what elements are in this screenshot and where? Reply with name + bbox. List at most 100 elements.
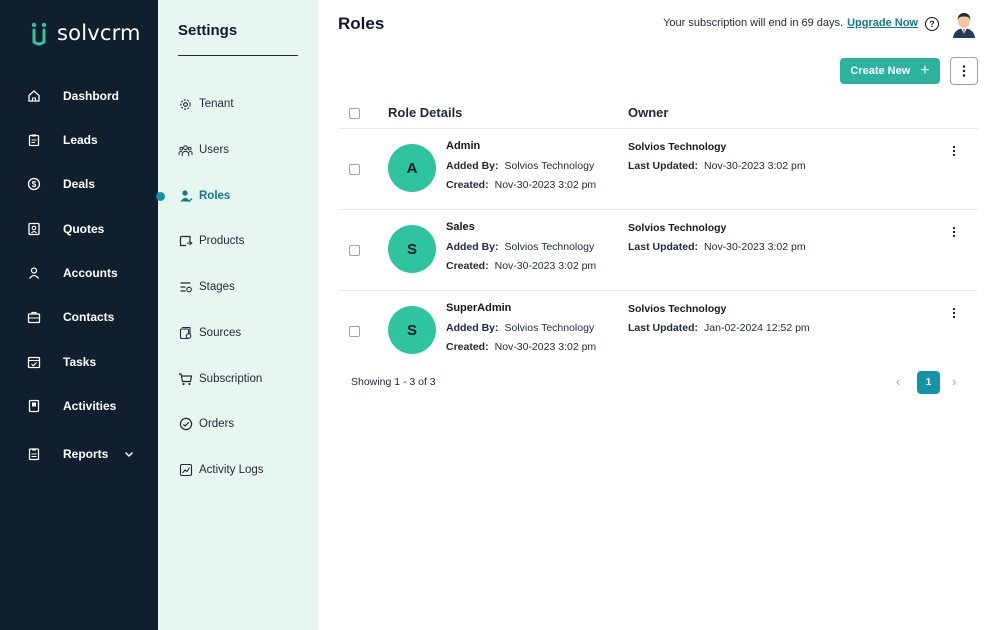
nav-item-deals[interactable]: $ Deals <box>26 173 95 195</box>
home-icon <box>26 88 42 104</box>
stages-icon <box>178 280 193 295</box>
owner-name: Solvios Technology <box>628 141 727 153</box>
kebab-icon <box>962 65 966 77</box>
last-updated: Last Updated: Nov-30-2023 3:02 pm <box>628 241 806 253</box>
role-name[interactable]: Admin <box>446 140 480 152</box>
created: Created: Nov-30-2023 3:02 pm <box>446 179 597 191</box>
pagination-next-button[interactable]: › <box>952 374 956 389</box>
settings-item-tenant[interactable]: Tenant <box>178 94 234 114</box>
svg-text:$: $ <box>32 180 37 189</box>
book-icon <box>26 398 42 414</box>
row-checkbox[interactable] <box>349 164 360 175</box>
gear-icon <box>178 97 193 112</box>
table-row: S SuperAdmin Added By: Solvios Technology… <box>338 291 978 372</box>
nav-label: Contacts <box>63 310 115 324</box>
settings-item-stages[interactable]: Stages <box>178 277 235 297</box>
row-checkbox[interactable] <box>349 245 360 256</box>
nav-label: Leads <box>63 133 98 147</box>
chevron-down-icon[interactable] <box>123 448 135 460</box>
settings-item-label: Subscription <box>199 373 263 385</box>
role-name[interactable]: Sales <box>446 221 475 233</box>
product-icon <box>178 234 193 249</box>
role-avatar: S <box>388 306 436 354</box>
row-kebab-icon[interactable] <box>948 143 960 159</box>
chart-icon <box>178 463 193 478</box>
nav-label: Activities <box>63 399 117 413</box>
row-kebab-icon[interactable] <box>948 224 960 240</box>
nav-item-tasks[interactable]: Tasks <box>26 351 96 373</box>
settings-item-products[interactable]: Products <box>178 231 244 251</box>
nav-item-contacts[interactable]: Contacts <box>26 306 114 328</box>
role-avatar: A <box>388 144 436 192</box>
check-circle-icon <box>178 417 193 432</box>
column-owner: Owner <box>628 105 669 120</box>
user-check-icon <box>178 189 193 204</box>
logo[interactable]: solvcrm <box>30 20 141 46</box>
added-by: Added By: Solvios Technology <box>446 322 595 334</box>
settings-item-activity-logs[interactable]: Activity Logs <box>178 460 264 480</box>
sources-icon <box>178 326 193 341</box>
help-icon[interactable]: ? <box>925 17 939 31</box>
quote-icon <box>26 221 42 237</box>
more-options-button[interactable] <box>950 57 978 85</box>
last-updated: Last Updated: Nov-30-2023 3:02 pm <box>628 160 806 172</box>
pagination-page-button[interactable]: 1 <box>917 371 940 394</box>
settings-item-label: Products <box>199 235 245 247</box>
nav-item-reports[interactable]: Reports <box>26 443 135 465</box>
settings-item-label: Sources <box>199 327 242 339</box>
pagination-prev-button[interactable]: ‹ <box>896 374 900 389</box>
briefcase-icon <box>26 309 42 325</box>
settings-item-label: Activity Logs <box>199 464 264 476</box>
table-row: S Sales Added By: Solvios Technology Crea… <box>338 210 978 291</box>
report-icon <box>26 446 42 462</box>
create-new-label: Create New <box>850 65 911 77</box>
settings-item-label: Tenant <box>199 98 234 110</box>
settings-item-label: Stages <box>199 281 235 293</box>
nav-label: Reports <box>63 447 109 461</box>
settings-item-sources[interactable]: Sources <box>178 323 241 343</box>
table-header: Role Details Owner <box>338 100 978 129</box>
settings-item-roles[interactable]: Roles <box>156 186 231 206</box>
cart-icon <box>178 372 193 387</box>
settings-item-subscription[interactable]: Subscription <box>178 369 262 389</box>
nav-item-quotes[interactable]: Quotes <box>26 218 104 240</box>
nav-item-activities[interactable]: Activities <box>26 395 116 417</box>
row-kebab-icon[interactable] <box>948 305 960 321</box>
divider <box>178 55 298 56</box>
table-row: A Admin Added By: Solvios Technology Crea… <box>338 129 978 210</box>
logo-icon <box>30 20 48 46</box>
select-all-checkbox[interactable] <box>349 108 360 119</box>
created: Created: Nov-30-2023 3:02 pm <box>446 260 597 272</box>
role-name[interactable]: SuperAdmin <box>446 302 511 314</box>
subscription-text: Your subscription will end in 69 days. <box>663 17 844 29</box>
nav-label: Accounts <box>63 266 118 280</box>
nav-label: Deals <box>63 177 96 191</box>
nav-item-dashboard[interactable]: Dashbord <box>26 85 119 107</box>
nav-item-leads[interactable]: Leads <box>26 129 98 151</box>
settings-title: Settings <box>178 22 238 39</box>
nav-item-accounts[interactable]: Accounts <box>26 262 118 284</box>
create-new-button[interactable]: Create New + <box>840 58 940 84</box>
settings-item-orders[interactable]: Orders <box>178 414 234 434</box>
nav-label: Dashbord <box>63 89 120 103</box>
settings-item-users[interactable]: Users <box>178 140 229 160</box>
main-nav: solvcrm Dashbord Leads $ Deals Quotes Ac… <box>0 0 158 630</box>
row-checkbox[interactable] <box>349 326 360 337</box>
upgrade-link[interactable]: Upgrade Now <box>847 17 918 29</box>
settings-item-label: Roles <box>199 190 231 202</box>
nav-label: Quotes <box>63 222 105 236</box>
active-indicator <box>156 191 165 201</box>
column-role-details: Role Details <box>388 105 463 120</box>
calendar-check-icon <box>26 354 42 370</box>
dollar-icon: $ <box>26 176 42 192</box>
page-title: Roles <box>338 14 385 33</box>
avatar[interactable] <box>950 10 978 38</box>
nav-label: Tasks <box>63 355 97 369</box>
pagination-summary: Showing 1 - 3 of 3 <box>351 376 436 388</box>
plus-icon: + <box>920 62 930 79</box>
owner-name: Solvios Technology <box>628 222 727 234</box>
role-avatar: S <box>388 225 436 273</box>
app-name: solvcrm <box>57 21 141 45</box>
settings-panel: Settings Tenant Users Roles Products Sta… <box>156 0 318 630</box>
users-icon <box>178 143 193 158</box>
